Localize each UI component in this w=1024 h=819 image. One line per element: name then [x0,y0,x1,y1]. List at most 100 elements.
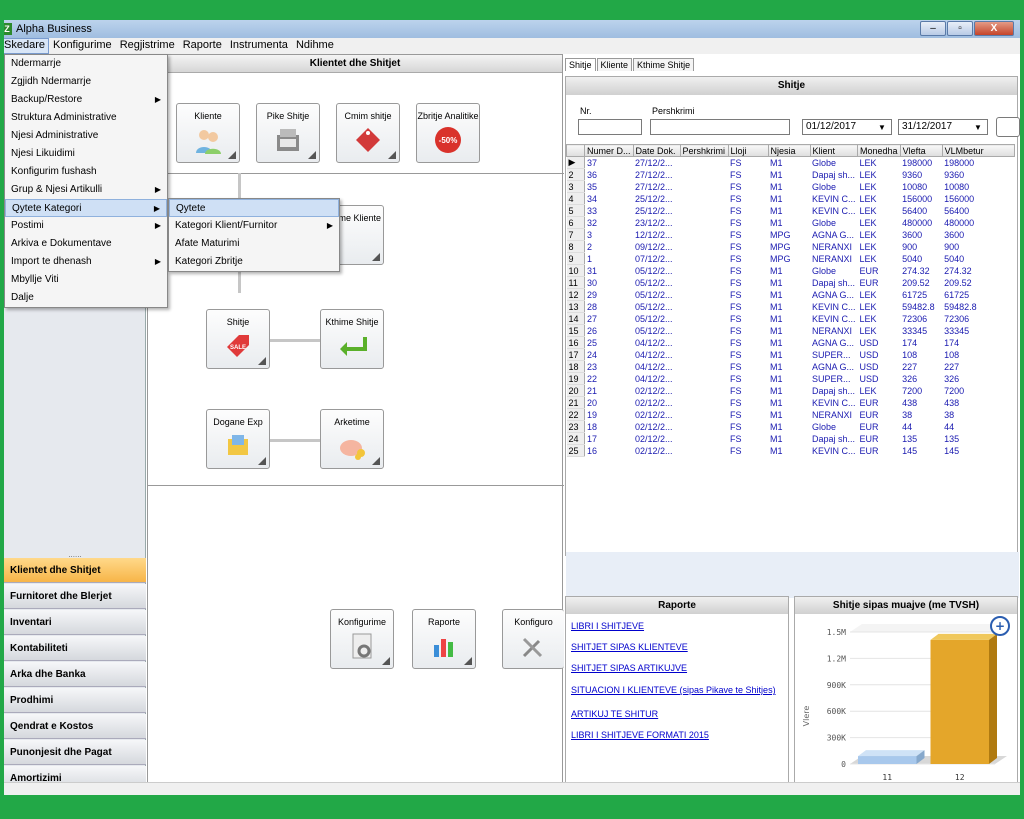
row-number[interactable]: 19 [566,372,585,385]
nr-input[interactable] [578,119,642,135]
col-vlmbetur[interactable]: VLMbetur [941,144,1015,157]
report-link[interactable]: SHITJET SIPAS ARTIKUJVE [571,663,687,673]
nav-inventari[interactable]: Inventari [4,610,146,635]
col-date-dok[interactable]: Date Dok. [632,144,681,157]
menu-item[interactable]: Zgjidh Ndermarrje [5,73,167,91]
table-row[interactable]: 6 32 23/12/2... FS M1 Globe LEK 480000 480000 [566,216,1015,229]
nav-furnitoret-blerjet[interactable]: Furnitoret dhe Blerjet [4,584,146,609]
report-link[interactable]: SHITJET SIPAS KLIENTEVE [571,642,688,652]
row-number[interactable]: ▶ [566,156,585,169]
nav-kontabiliteti[interactable]: Kontabiliteti [4,636,146,661]
tile-konfigurime[interactable]: Konfigurime [330,609,394,669]
row-number[interactable]: 13 [566,300,585,313]
table-row[interactable]: 21 20 02/12/2... FS M1 KEVIN C... EUR 438 438 [566,396,1015,409]
bar[interactable] [858,756,917,764]
tile-arketime[interactable]: Arketime [320,409,384,469]
table-row[interactable]: 18 23 04/12/2... FS M1 AGNA G... USD 227 227 [566,360,1015,373]
row-number[interactable]: 3 [566,180,585,193]
nav-klientet-shitjet[interactable]: Klientet dhe Shitjet [4,558,146,583]
tile-kthime-shitje[interactable]: Kthime Shitje [320,309,384,369]
menu-item[interactable]: Grup & Njesi Artikulli ▶ [5,181,167,199]
minimize-button[interactable]: – [920,21,946,36]
table-row[interactable]: 17 24 04/12/2... FS M1 SUPER... USD 108 108 [566,348,1015,361]
menu-instrumenta[interactable]: Instrumenta [226,38,292,54]
nav-punonjesit-pagat[interactable]: Punonjesit dhe Pagat [4,740,146,765]
menu-item[interactable]: Afate Maturimi [169,235,339,253]
tab-shitje[interactable]: Shitje [565,58,596,71]
row-number[interactable]: 23 [566,420,585,433]
menu-item[interactable]: Dalje [5,289,167,307]
table-row[interactable]: 12 29 05/12/2... FS M1 AGNA G... LEK 61725 61725 [566,288,1015,301]
menu-item[interactable]: Konfigurim fushash [5,163,167,181]
table-row[interactable]: 3 35 27/12/2... FS M1 Globe LEK 10080 10080 [566,180,1015,193]
row-number[interactable]: 9 [566,252,585,265]
table-row[interactable]: 4 34 25/12/2... FS M1 KEVIN C... LEK 156000 1560… [566,192,1015,205]
table-row[interactable]: 16 25 04/12/2... FS M1 AGNA G... USD 174 174 [566,336,1015,349]
tab-kthime-shitje[interactable]: Kthime Shitje [633,58,695,71]
nav-qendrat-kostos[interactable]: Qendrat e Kostos [4,714,146,739]
tile-dogane-exp[interactable]: Dogane Exp [206,409,270,469]
row-number[interactable]: 2 [566,168,585,181]
refresh-button[interactable] [996,117,1020,137]
col-klient[interactable]: Klient [809,144,859,157]
report-link[interactable]: LIBRI I SHITJEVE [571,621,644,631]
row-number[interactable]: 17 [566,348,585,361]
menu-raporte[interactable]: Raporte [179,38,226,54]
table-row[interactable]: 11 30 05/12/2... FS M1 Dapaj sh... EUR 209.52 20… [566,276,1015,289]
menu-item[interactable]: Import te dhenash ▶ [5,253,167,271]
menu-item[interactable]: Arkiva e Dokumentave [5,235,167,253]
menu-item[interactable]: Qytete Kategori ▶ [5,199,167,217]
table-row[interactable]: 5 33 25/12/2... FS M1 KEVIN C... LEK 56400 56400 [566,204,1015,217]
date-to-picker[interactable]: 31/12/2017 ▼ [898,119,988,135]
row-number[interactable]: 24 [566,432,585,445]
row-number[interactable]: 22 [566,408,585,421]
col-vlefta[interactable]: Vlefta [899,144,943,157]
table-row[interactable]: 22 19 02/12/2... FS M1 NERANXI EUR 38 38 [566,408,1015,421]
report-link[interactable]: LIBRI I SHITJEVE FORMATI 2015 [571,730,709,740]
tile-zbritje-analitike[interactable]: Zbritje Analitike -50% [416,103,480,163]
col-monedha[interactable]: Monedha [857,144,901,157]
row-number[interactable]: 16 [566,336,585,349]
row-number[interactable]: 21 [566,396,585,409]
table-row[interactable]: 25 16 02/12/2... FS M1 KEVIN C... EUR 145 145 [566,444,1015,457]
tile-kliente[interactable]: Kliente [176,103,240,163]
row-number[interactable]: 10 [566,264,585,277]
menu-item[interactable]: Njesi Likuidimi [5,145,167,163]
table-row[interactable]: 14 27 05/12/2... FS M1 KEVIN C... LEK 72306 7230… [566,312,1015,325]
table-row[interactable]: ▶ 37 27/12/2... FS M1 Globe LEK 198000 198000 [566,156,1015,169]
close-button[interactable]: X [974,21,1014,36]
table-row[interactable]: 7 3 12/12/2... FS MPG AGNA G... LEK 3600 3600 [566,228,1015,241]
col-numer-dok[interactable]: Numer D... [584,144,634,157]
tile-cmim-shitje[interactable]: Cmim shitje [336,103,400,163]
table-row[interactable]: 24 17 02/12/2... FS M1 Dapaj sh... EUR 135 135 [566,432,1015,445]
table-row[interactable]: 15 26 05/12/2... FS M1 NERANXI LEK 33345 33345 [566,324,1015,337]
menu-item[interactable]: Postimi ▶ [5,217,167,235]
pershkrimi-input[interactable] [650,119,790,135]
menu-regjistrime[interactable]: Regjistrime [116,38,179,54]
menu-item[interactable]: Ndermarrje [5,55,167,73]
table-row[interactable]: 10 31 05/12/2... FS M1 Globe EUR 274.32 274.32 [566,264,1015,277]
row-number[interactable]: 7 [566,228,585,241]
row-number[interactable]: 8 [566,240,585,253]
report-link[interactable]: ARTIKUJ TE SHITUR [571,709,658,719]
row-number[interactable]: 15 [566,324,585,337]
tile-shitje[interactable]: Shitje SALE [206,309,270,369]
tile-raporte[interactable]: Raporte [412,609,476,669]
row-number[interactable]: 6 [566,216,585,229]
row-number[interactable]: 4 [566,192,585,205]
menu-item[interactable]: Struktura Administrative [5,109,167,127]
table-row[interactable]: 13 28 05/12/2... FS M1 KEVIN C... LEK 59482.8 59… [566,300,1015,313]
row-number[interactable]: 18 [566,360,585,373]
col-pershkrimi[interactable]: Pershkrimi [679,144,729,157]
nav-arka-banka[interactable]: Arka dhe Banka [4,662,146,687]
row-number[interactable]: 11 [566,276,585,289]
nav-prodhimi[interactable]: Prodhimi [4,688,146,713]
menu-item[interactable]: Backup/Restore ▶ [5,91,167,109]
row-number[interactable]: 12 [566,288,585,301]
menu-skedare[interactable]: Skedare [4,38,49,54]
col-lloji[interactable]: Lloji [727,144,769,157]
chevron-down-icon[interactable]: ▼ [970,121,986,135]
row-number[interactable]: 25 [566,444,585,457]
menu-item[interactable]: Njesi Administrative [5,127,167,145]
menu-item[interactable]: Kategori Klient/Furnitor ▶ [169,217,339,235]
